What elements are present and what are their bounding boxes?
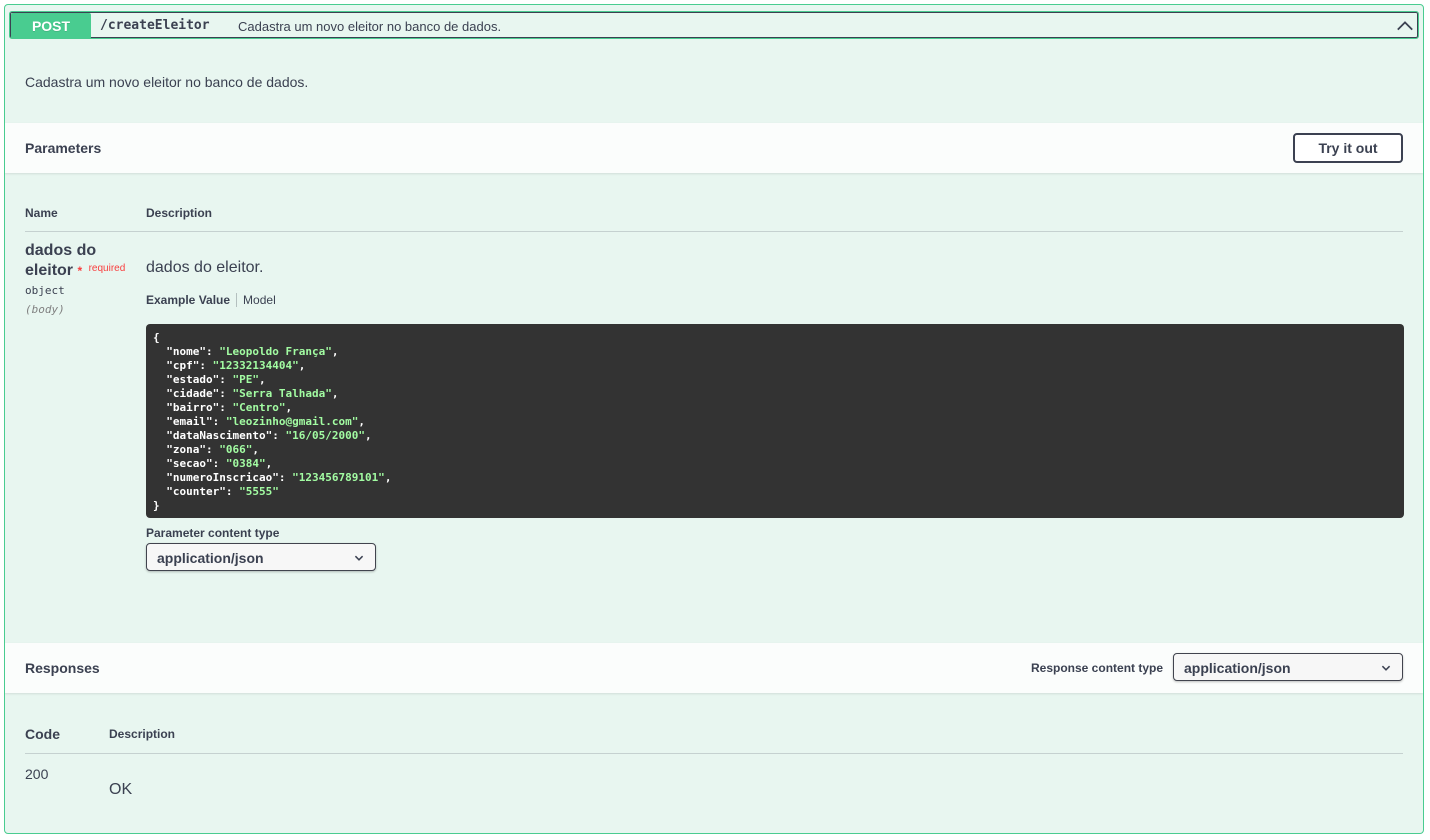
try-it-out-button[interactable]: Try it out: [1293, 133, 1403, 163]
endpoint-path: /createEleitor: [100, 18, 210, 33]
column-header-name: Name: [25, 206, 58, 220]
json-close-brace: }: [153, 499, 160, 512]
column-header-response-description: Description: [109, 727, 176, 741]
parameters-header: Parameters Try it out: [5, 123, 1423, 173]
parameters-divider: [25, 231, 1403, 232]
json-line: "counter": "5555": [166, 485, 279, 498]
response-content-type-select[interactable]: application/json: [1173, 653, 1403, 681]
response-content-type-value: application/json: [1184, 660, 1291, 676]
parameter-name: dados do eleitor * required: [25, 242, 135, 280]
json-line: "bairro": "Centro",: [166, 401, 293, 414]
responses-divider: [25, 753, 1403, 754]
column-header-description: Description: [146, 206, 213, 220]
tab-separator: [236, 293, 238, 307]
parameter-location: (body): [25, 303, 65, 316]
json-line: "dataNascimento": "16/05/2000",: [166, 429, 372, 442]
json-line: "numeroInscricao": "123456789101",: [166, 471, 392, 484]
operation-summary-description: Cadastra um novo eleitor no banco de dad…: [238, 19, 502, 34]
parameter-content-type-value: application/json: [157, 550, 264, 566]
parameters-title: Parameters: [25, 140, 102, 156]
example-model-tabs: Example Value Model: [146, 293, 276, 307]
json-line: "estado": "PE",: [166, 373, 266, 386]
json-line: "cpf": "12332134404",: [166, 359, 306, 372]
json-line: "zona": "066",: [166, 443, 259, 456]
parameter-content-type-label: Parameter content type: [146, 526, 280, 540]
response-content-type-label: Response content type: [1031, 661, 1164, 675]
json-line: "nome": "Leopoldo França",: [166, 345, 339, 358]
chevron-up-icon[interactable]: [1396, 17, 1414, 35]
chevron-down-icon: [1381, 665, 1391, 671]
response-code: 200: [25, 766, 49, 782]
required-label: required: [88, 263, 126, 274]
parameter-description: dados do eleitor.: [146, 259, 264, 276]
response-description: OK: [109, 781, 133, 798]
operation-block-post-createEleitor: POST /createEleitor Cadastra um novo ele…: [4, 4, 1424, 834]
operation-description: Cadastra um novo eleitor no banco de dad…: [25, 74, 309, 90]
parameter-content-type-select[interactable]: application/json: [146, 543, 376, 571]
column-header-code: Code: [25, 726, 60, 742]
tab-example-value[interactable]: Example Value: [146, 293, 230, 307]
http-method-badge: POST: [11, 13, 91, 39]
json-line: "email": "leozinho@gmail.com",: [166, 415, 365, 428]
responses-header: Responses Response content type applicat…: [5, 643, 1423, 693]
responses-title: Responses: [25, 660, 100, 676]
operation-summary[interactable]: POST /createEleitor Cadastra um novo ele…: [9, 11, 1419, 39]
example-value-code-block[interactable]: { "nome": "Leopoldo França", "cpf": "123…: [146, 324, 1404, 518]
json-open-brace: {: [153, 331, 160, 344]
chevron-down-icon: [354, 555, 364, 561]
json-line: "secao": "0384",: [166, 457, 273, 470]
parameter-type: object: [25, 284, 65, 297]
required-star: *: [77, 264, 83, 278]
json-line: "cidade": "Serra Talhada",: [166, 387, 339, 400]
parameter-name-text: dados do eleitor: [25, 242, 97, 279]
tab-model[interactable]: Model: [243, 293, 276, 307]
